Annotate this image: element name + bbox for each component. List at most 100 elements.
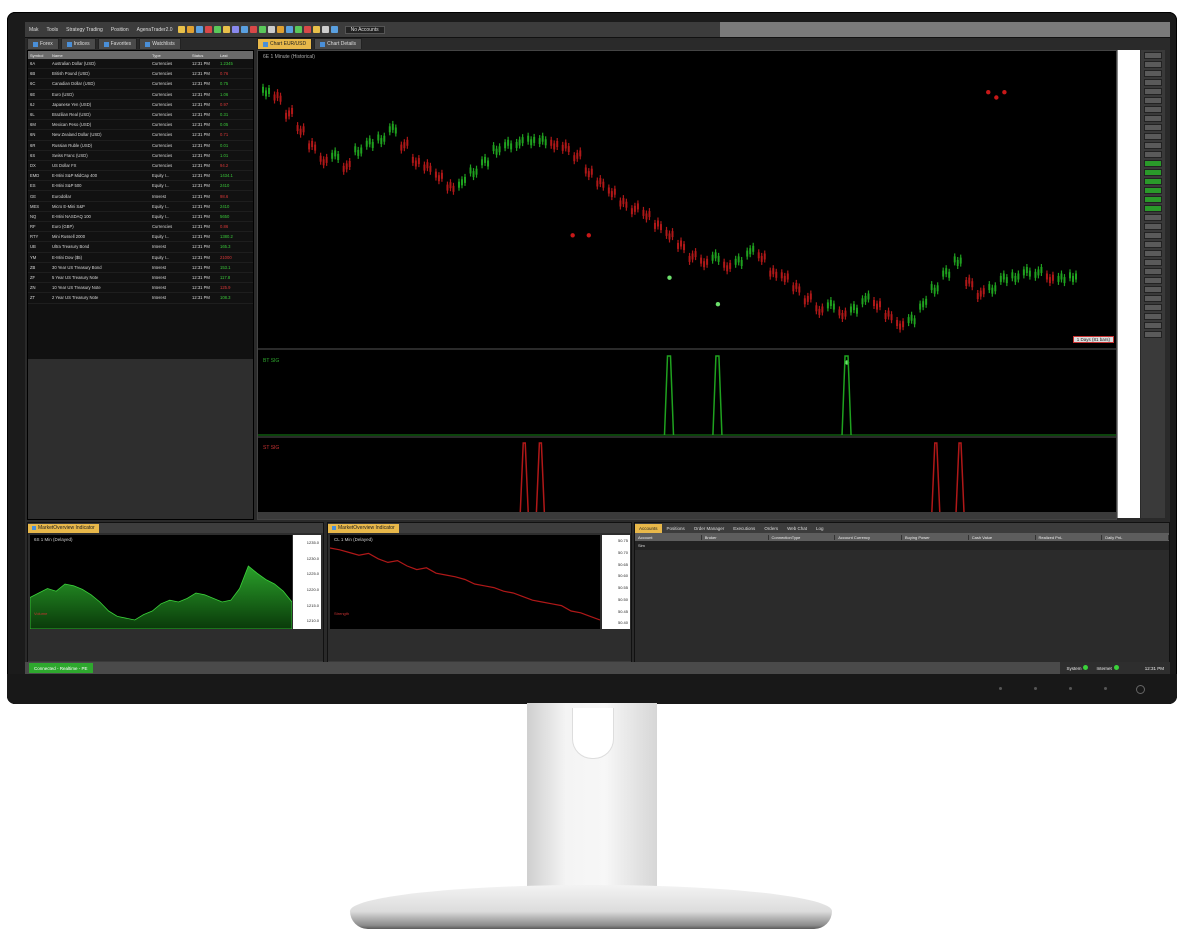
column-header[interactable]: Buying Power	[902, 534, 969, 540]
table-row[interactable]: 6L Brazilian Real (USD) Currencies 12:31 PM…	[28, 110, 253, 121]
toolbar-icon[interactable]	[267, 26, 275, 33]
toolbar-icon[interactable]	[294, 26, 302, 33]
menu-item[interactable]: AgenaTrader2.0	[133, 27, 177, 33]
toolbar-icon[interactable]	[330, 26, 338, 33]
table-row[interactable]: 6S Swiss Franc (USD) Currencies 12:31 PM 1.0…	[28, 151, 253, 161]
column-header[interactable]: Symbol	[28, 53, 52, 58]
account-selector[interactable]: No Accounts	[344, 25, 385, 34]
table-row[interactable]: 6A Australian Dollar (USD) Currencies 12:31…	[28, 59, 253, 70]
toolbar-icon[interactable]	[240, 26, 248, 33]
table-row[interactable]: DX US Dollar FX Currencies 12:31 PM 94.2	[28, 161, 253, 172]
main-chart[interactable]: 6E 1 Minute (Historical) BT SIG ST SIG 1…	[257, 50, 1117, 520]
tab-accounts[interactable]: Accounts	[635, 523, 662, 533]
toolbar-icon[interactable]	[312, 26, 320, 33]
toolbar-button[interactable]	[1144, 223, 1162, 230]
table-row[interactable]: ZN 10 Year US Treasury Note Interest 12:31 …	[28, 283, 253, 294]
tab-log[interactable]: Log	[812, 524, 828, 533]
menu-item[interactable]: Strategy Trading	[62, 27, 107, 33]
toolbar-button[interactable]	[1144, 106, 1162, 113]
mini-chart-right[interactable]	[330, 535, 600, 629]
toolbar-icon[interactable]	[222, 26, 230, 33]
monitor-button-icon[interactable]	[999, 687, 1002, 690]
table-row[interactable]: YM E-Mini Dow ($5) Equity I... 12:31 PM 2100…	[28, 253, 253, 263]
menu-item[interactable]: Position	[107, 27, 133, 33]
toolbar-icon[interactable]	[195, 26, 203, 33]
table-row[interactable]: RTY Mini Russell 2000 Equity I... 12:31 PM 1…	[28, 232, 253, 243]
toolbar-icon[interactable]	[204, 26, 212, 33]
toolbar-button[interactable]	[1144, 286, 1162, 293]
tab-indices[interactable]: Indices	[60, 38, 96, 49]
toolbar-icon[interactable]	[276, 26, 284, 33]
toolbar-icon[interactable]	[321, 26, 329, 33]
toolbar-button[interactable]	[1144, 268, 1162, 275]
table-row[interactable]: 6R Russian Ruble (USD) Currencies 12:31 PM 0…	[28, 141, 253, 151]
column-header[interactable]: Account Currency	[835, 534, 902, 540]
toolbar-button[interactable]	[1144, 142, 1162, 149]
power-icon[interactable]	[1136, 685, 1145, 694]
toolbar-icon[interactable]	[303, 26, 311, 33]
column-header[interactable]: Broker	[702, 534, 769, 540]
column-header[interactable]: Account	[635, 534, 702, 540]
column-header[interactable]: Name	[52, 53, 152, 58]
toolbar-icon[interactable]	[285, 26, 293, 33]
table-row[interactable]: ZB 30 Year US Treasury Bond Interest 12:31 …	[28, 263, 253, 273]
account-row[interactable]: Sim	[635, 541, 1169, 550]
table-row[interactable]: 6C Canadian Dollar (USD) Currencies 12:31 P…	[28, 79, 253, 90]
toolbar-icon[interactable]	[186, 26, 194, 33]
tab-order-manager[interactable]: Order Manager	[690, 524, 729, 533]
table-row[interactable]: 6B British Pound (USD) Currencies 12:31 PM 0…	[28, 69, 253, 80]
connection-status[interactable]: Connected - Realtime - PE	[29, 663, 93, 673]
table-row[interactable]: 6M Mexican Peso (USD) Currencies 12:31 PM 0.…	[28, 120, 253, 131]
toolbar-button[interactable]	[1144, 205, 1162, 212]
table-row[interactable]: 6J Japanese Yen (USD) Currencies 12:31 PM 0.…	[28, 100, 253, 110]
toolbar-button[interactable]	[1144, 133, 1162, 140]
tab-positions[interactable]: Positions	[663, 524, 689, 533]
table-row[interactable]: ES E-Mini S&P 500 Equity I... 12:31 PM 2410	[28, 181, 253, 192]
table-row[interactable]: MES Micro E-Mini S&P Equity I... 12:31 PM 24…	[28, 202, 253, 212]
tab-web-chat[interactable]: Web Chat	[783, 524, 811, 533]
column-header[interactable]: Type	[152, 53, 192, 58]
toolbar-button[interactable]	[1144, 124, 1162, 131]
toolbar-button[interactable]	[1144, 79, 1162, 86]
toolbar-button[interactable]	[1144, 151, 1162, 158]
toolbar-button[interactable]	[1144, 331, 1162, 338]
toolbar-button[interactable]	[1144, 115, 1162, 122]
column-header[interactable]: Status	[192, 53, 220, 58]
menu-item[interactable]: Tools	[42, 27, 62, 33]
column-header[interactable]: Cash Value	[969, 534, 1036, 540]
table-row[interactable]: RF Euro (GBP) Currencies 12:31 PM 0.86	[28, 222, 253, 233]
table-row[interactable]: GE Eurodollar Interest 12:31 PM 98.6	[28, 191, 253, 202]
menu-item[interactable]: Mak	[25, 27, 42, 33]
monitor-button-icon[interactable]	[1069, 687, 1072, 690]
tab-chart-eur-usd[interactable]: Chart EUR/USD	[257, 38, 313, 49]
toolbar-button[interactable]	[1144, 196, 1162, 203]
monitor-button-icon[interactable]	[1034, 687, 1037, 690]
toolbar-button[interactable]	[1144, 61, 1162, 68]
column-header[interactable]: Last	[220, 53, 250, 58]
table-row[interactable]: 6N New Zealand Dollar (USD) Currencies 12:3…	[28, 130, 253, 141]
toolbar-button[interactable]	[1144, 52, 1162, 59]
toolbar-button[interactable]	[1144, 232, 1162, 239]
toolbar-icon[interactable]	[177, 26, 185, 33]
table-row[interactable]: EMD E-Mini S&P MidCap 400 Equity I... 12:31…	[28, 171, 253, 182]
toolbar-button[interactable]	[1144, 304, 1162, 311]
column-header[interactable]: ConnectionType	[769, 534, 836, 540]
table-row[interactable]: 6E Euro (USD) Currencies 12:31 PM 1.06	[28, 90, 253, 100]
toolbar-button[interactable]	[1144, 277, 1162, 284]
toolbar-button[interactable]	[1144, 187, 1162, 194]
column-header[interactable]: Realized PnL	[1036, 534, 1103, 540]
toolbar-icon[interactable]	[249, 26, 257, 33]
table-row[interactable]: ZF 5 Year US Treasury Note Interest 12:31 P…	[28, 273, 253, 284]
table-row[interactable]: NQ E-Mini NASDAQ 100 Equity I... 12:31 PM 56…	[28, 212, 253, 222]
toolbar-button[interactable]	[1144, 88, 1162, 95]
toolbar-button[interactable]	[1144, 70, 1162, 77]
tab-chart-details[interactable]: Chart Details	[314, 38, 363, 49]
toolbar-button[interactable]	[1144, 241, 1162, 248]
toolbar-button[interactable]	[1144, 322, 1162, 329]
mini-chart-left-tab[interactable]: MarketOverview Indicator	[28, 523, 99, 533]
toolbar-button[interactable]	[1144, 214, 1162, 221]
toolbar-button[interactable]	[1144, 169, 1162, 176]
toolbar-button[interactable]	[1144, 97, 1162, 104]
toolbar-button[interactable]	[1144, 250, 1162, 257]
mini-chart-right-tab[interactable]: MarketOverview Indicator	[328, 523, 399, 533]
